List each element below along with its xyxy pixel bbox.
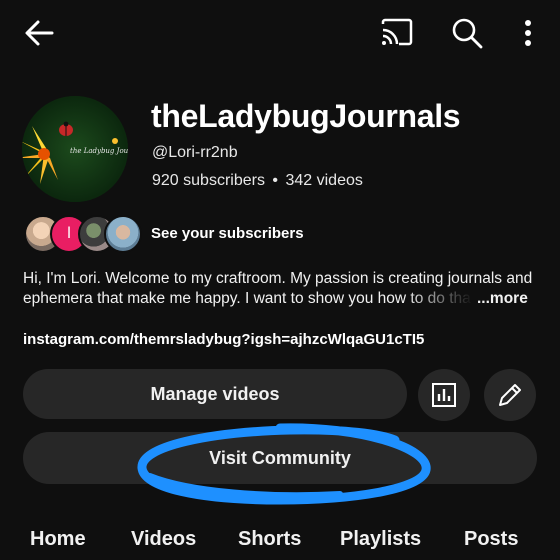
subscriber-avatars[interactable]: l [24,215,142,253]
description-line: Hi, I'm Lori. Welcome to my craftroom. M… [23,270,533,287]
description-line: ephemera that make me happy. I want to s… [23,289,533,309]
svg-text:the Ladybug Journals: the Ladybug Journals [70,147,128,155]
see-subscribers-link[interactable]: See your subscribers [151,225,304,242]
channel-stats: 920 subscribers • 342 videos [152,172,363,190]
cast-icon[interactable] [380,16,414,50]
description-text: ephemera that make me happy. I want to s… [23,290,471,307]
subscriber-initial: l [67,225,71,242]
channel-description[interactable]: Hi, I'm Lori. Welcome to my craftroom. M… [23,269,533,309]
channel-avatar[interactable]: the Ladybug Journals [22,96,128,202]
channel-tabs: Home Videos Shorts Playlists Posts [0,528,560,560]
analytics-button[interactable] [418,369,470,421]
tab-playlists[interactable]: Playlists [340,528,421,551]
more-vert-icon[interactable] [516,16,540,50]
channel-handle: @Lori-rr2nb [152,144,238,161]
edit-button[interactable] [484,369,536,421]
pencil-icon [496,381,524,409]
visit-community-label: Visit Community [209,447,351,468]
manage-videos-button[interactable]: Manage videos [23,369,407,419]
subscriber-count: 920 subscribers [152,172,265,189]
search-icon[interactable] [450,16,484,50]
visit-community-button[interactable]: Visit Community [23,432,537,484]
subscriber-avatar [104,215,142,253]
analytics-icon [431,382,457,408]
video-count: 342 videos [285,172,363,189]
tab-shorts[interactable]: Shorts [238,528,301,551]
stats-separator: • [272,172,279,189]
channel-name: theLadybugJournals [151,98,461,134]
back-arrow-icon[interactable] [22,16,56,50]
more-link[interactable]: ...more [477,289,528,309]
manage-videos-label: Manage videos [150,383,280,404]
tab-home[interactable]: Home [30,528,86,551]
tab-videos[interactable]: Videos [131,528,196,551]
tab-posts[interactable]: Posts [464,528,518,551]
channel-link[interactable]: instagram.com/themrsladybug?igsh=ajhzcWl… [23,331,424,348]
